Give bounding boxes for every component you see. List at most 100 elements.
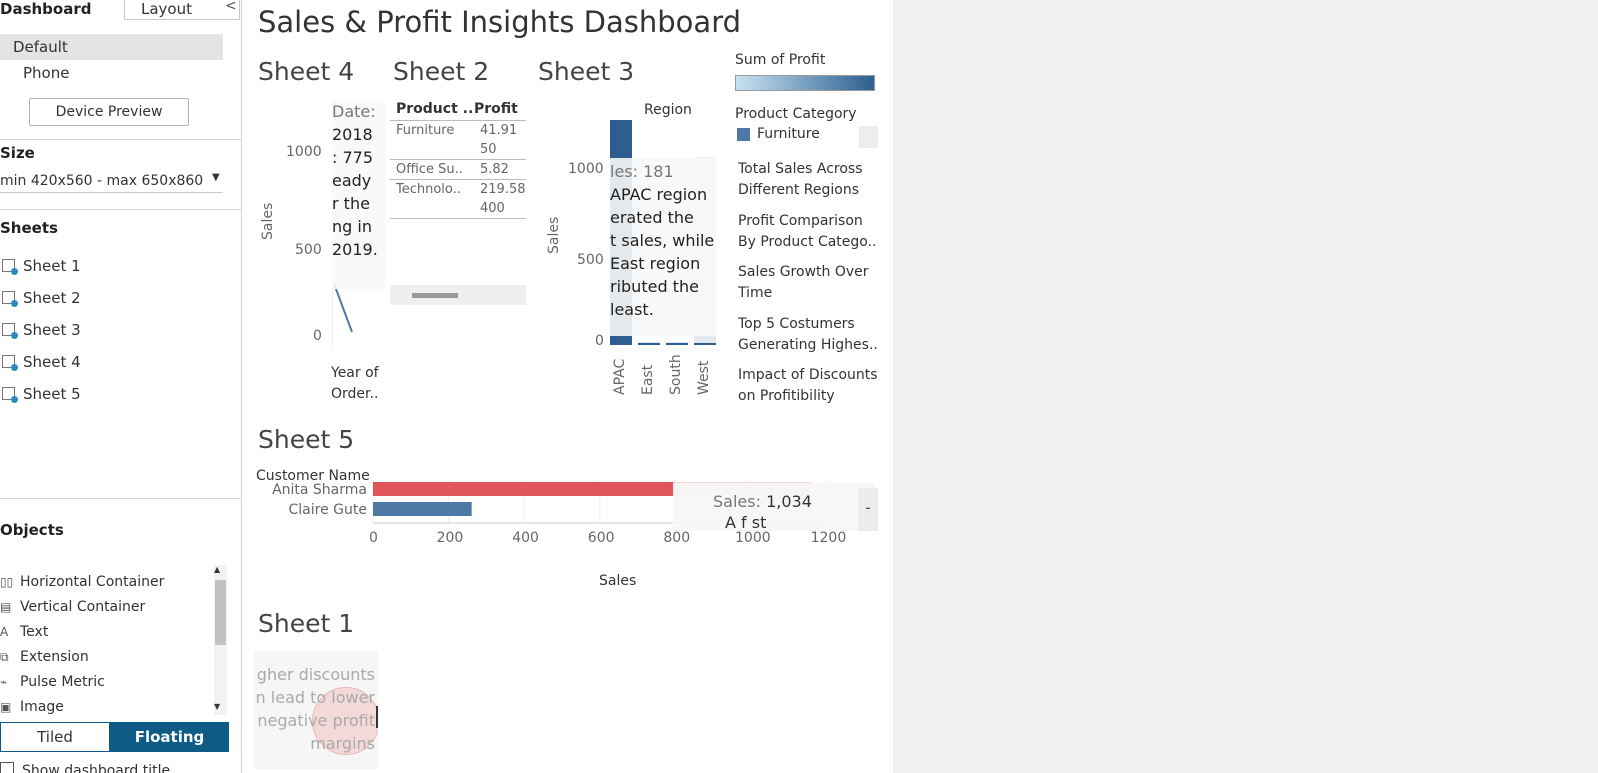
vertical-container-icon: ▤ — [0, 600, 12, 614]
sheet2-title[interactable]: Sheet 2 — [393, 57, 489, 86]
x-label-line: Order.. — [331, 386, 379, 402]
story-button-line: on Profitibility — [738, 388, 835, 404]
column-header[interactable]: Profit — [474, 98, 526, 120]
workspace-background — [893, 0, 1598, 773]
x-tick-label: APAC — [612, 358, 628, 395]
sheet4-y-axis-label: Sales — [260, 202, 276, 240]
scrollbar-thumb[interactable] — [412, 293, 458, 298]
product-cell: Technolo.. — [396, 182, 461, 197]
y-tick: 500 — [577, 252, 604, 268]
floating-button[interactable]: Floating — [110, 722, 229, 752]
story-button[interactable]: Profit Comparison By Product Catego.. — [738, 211, 888, 253]
dashboard-title: Sales & Profit Insights Dashboard — [258, 5, 742, 39]
sheet3-region-header: Region — [644, 102, 692, 118]
profit-cell: 400 — [480, 201, 505, 216]
collapse-icon[interactable]: - — [858, 488, 878, 531]
story-button[interactable]: Total Sales Across Different Regions — [738, 159, 888, 201]
dashboard-canvas: Sales & Profit Insights Dashboard Sheet … — [242, 0, 893, 773]
story-button[interactable]: Top 5 Costumers Generating Highes.. — [738, 314, 888, 356]
story-button-line: By Product Catego.. — [738, 233, 877, 250]
collapse-panel-icon[interactable]: < — [225, 0, 237, 14]
worksheet-icon — [2, 355, 18, 371]
show-title-label: Show dashboard title — [22, 763, 171, 773]
sheet1-title[interactable]: Sheet 1 — [258, 609, 354, 638]
sheet-list-item[interactable]: Sheet 2 — [2, 286, 81, 310]
legend-swatch[interactable] — [737, 128, 750, 141]
device-default[interactable]: Default — [0, 34, 223, 60]
x-tick-label: 0 — [369, 530, 378, 546]
story-button[interactable]: Sales Growth Over Time — [738, 262, 888, 304]
size-dropdown[interactable]: min 420x560 - max 650x860 — [0, 170, 223, 193]
sales-line[interactable] — [333, 283, 353, 333]
tooltip-line: negative profit — [257, 711, 375, 730]
sheet-list-item[interactable]: Sheet 4 — [2, 350, 81, 374]
region-bar-base — [638, 343, 660, 345]
scroll-down-icon[interactable]: ▼ — [214, 702, 220, 711]
x-tick-label: 400 — [512, 530, 539, 546]
profit-legend-title: Sum of Profit — [735, 52, 826, 68]
object-item[interactable]: ▣ Image — [0, 695, 64, 719]
legend-scroll[interactable] — [859, 126, 878, 148]
customer-bar[interactable] — [373, 482, 674, 496]
profit-cell: 5.82 — [480, 162, 509, 177]
sheet-list-item[interactable]: Sheet 1 — [2, 254, 81, 278]
divider — [0, 139, 241, 140]
tab-layout[interactable]: Layout — [124, 0, 240, 20]
table-row[interactable]: Furniture 41.91 50 — [390, 121, 526, 160]
tooltip-line: r the — [332, 194, 370, 213]
tooltip-line: les: 181 — [610, 162, 674, 181]
customer-bar[interactable] — [373, 502, 472, 516]
y-tick: 0 — [595, 333, 604, 349]
sheet4-title[interactable]: Sheet 4 — [258, 57, 354, 86]
x-label-line: Year of — [331, 365, 379, 381]
tooltip-line: 2018 — [332, 125, 373, 144]
sheet-list-item[interactable]: Sheet 3 — [2, 318, 81, 342]
story-button-line: Profit Comparison — [738, 212, 863, 229]
table-row[interactable]: Technolo.. 219.58 400 — [390, 180, 526, 219]
tooltip-line: A f st — [725, 513, 767, 531]
device-phone[interactable]: Phone — [23, 64, 69, 82]
show-title-checkbox[interactable]: Show dashboard title — [0, 762, 170, 773]
y-tick: 500 — [295, 242, 322, 258]
sheet1-tooltip: gher discounts n lead to lower negative … — [254, 651, 378, 769]
object-label: Pulse Metric — [20, 674, 105, 690]
story-button[interactable]: Impact of Discounts on Profitibility — [738, 365, 888, 407]
sheet5-title[interactable]: Sheet 5 — [258, 425, 354, 454]
column-header[interactable]: Product .. — [390, 98, 474, 120]
profit-color-legend[interactable] — [735, 75, 875, 91]
sheet5-x-axis-label: Sales — [599, 573, 637, 589]
object-item[interactable]: ▤ Vertical Container — [0, 595, 145, 619]
horizontal-container-icon: ▯▯ — [0, 575, 14, 589]
tab-dashboard[interactable]: Dashboard — [0, 0, 124, 20]
legend-item-furniture[interactable]: Furniture — [757, 126, 820, 142]
table-row[interactable]: Office Su.. 5.82 — [390, 160, 526, 180]
sheet-list-label: Sheet 2 — [23, 289, 81, 307]
tooltip-line: eady — [332, 171, 372, 190]
sheet2-h-scrollbar[interactable] — [390, 285, 526, 305]
profit-cell: 219.58 — [480, 182, 526, 197]
sheet3-title[interactable]: Sheet 3 — [538, 57, 634, 86]
chevron-down-icon[interactable]: ▼ — [212, 172, 220, 183]
object-item[interactable]: A Text — [0, 620, 48, 644]
tiled-button[interactable]: Tiled — [0, 722, 110, 752]
tooltip-line: : 775 — [332, 148, 374, 167]
sheet2-table[interactable]: Product .. Profit Furniture 41.91 50 Offi… — [390, 98, 526, 219]
extension-icon: ⧉ — [0, 650, 9, 664]
product-cell: Furniture — [396, 123, 455, 138]
worksheet-icon — [2, 387, 18, 403]
object-item[interactable]: ⌁ Pulse Metric — [0, 670, 105, 694]
x-tick-label: East — [640, 364, 656, 395]
worksheet-icon — [2, 323, 18, 339]
object-label: Text — [20, 624, 49, 640]
checkbox-icon[interactable] — [0, 762, 14, 773]
objects-scrollbar-thumb[interactable] — [215, 580, 226, 645]
x-tick-label: 200 — [437, 530, 464, 546]
sheet-list-label: Sheet 4 — [23, 353, 81, 371]
object-item[interactable]: ▯▯ Horizontal Container — [0, 570, 164, 594]
profit-cell: 50 — [480, 142, 497, 157]
device-preview-button[interactable]: Device Preview — [29, 98, 189, 126]
sheet-list-item[interactable]: Sheet 5 — [2, 382, 81, 406]
object-item[interactable]: ⧉ Extension — [0, 645, 89, 669]
scroll-up-icon[interactable]: ▲ — [214, 565, 220, 574]
tooltip-line: East region — [610, 254, 701, 273]
